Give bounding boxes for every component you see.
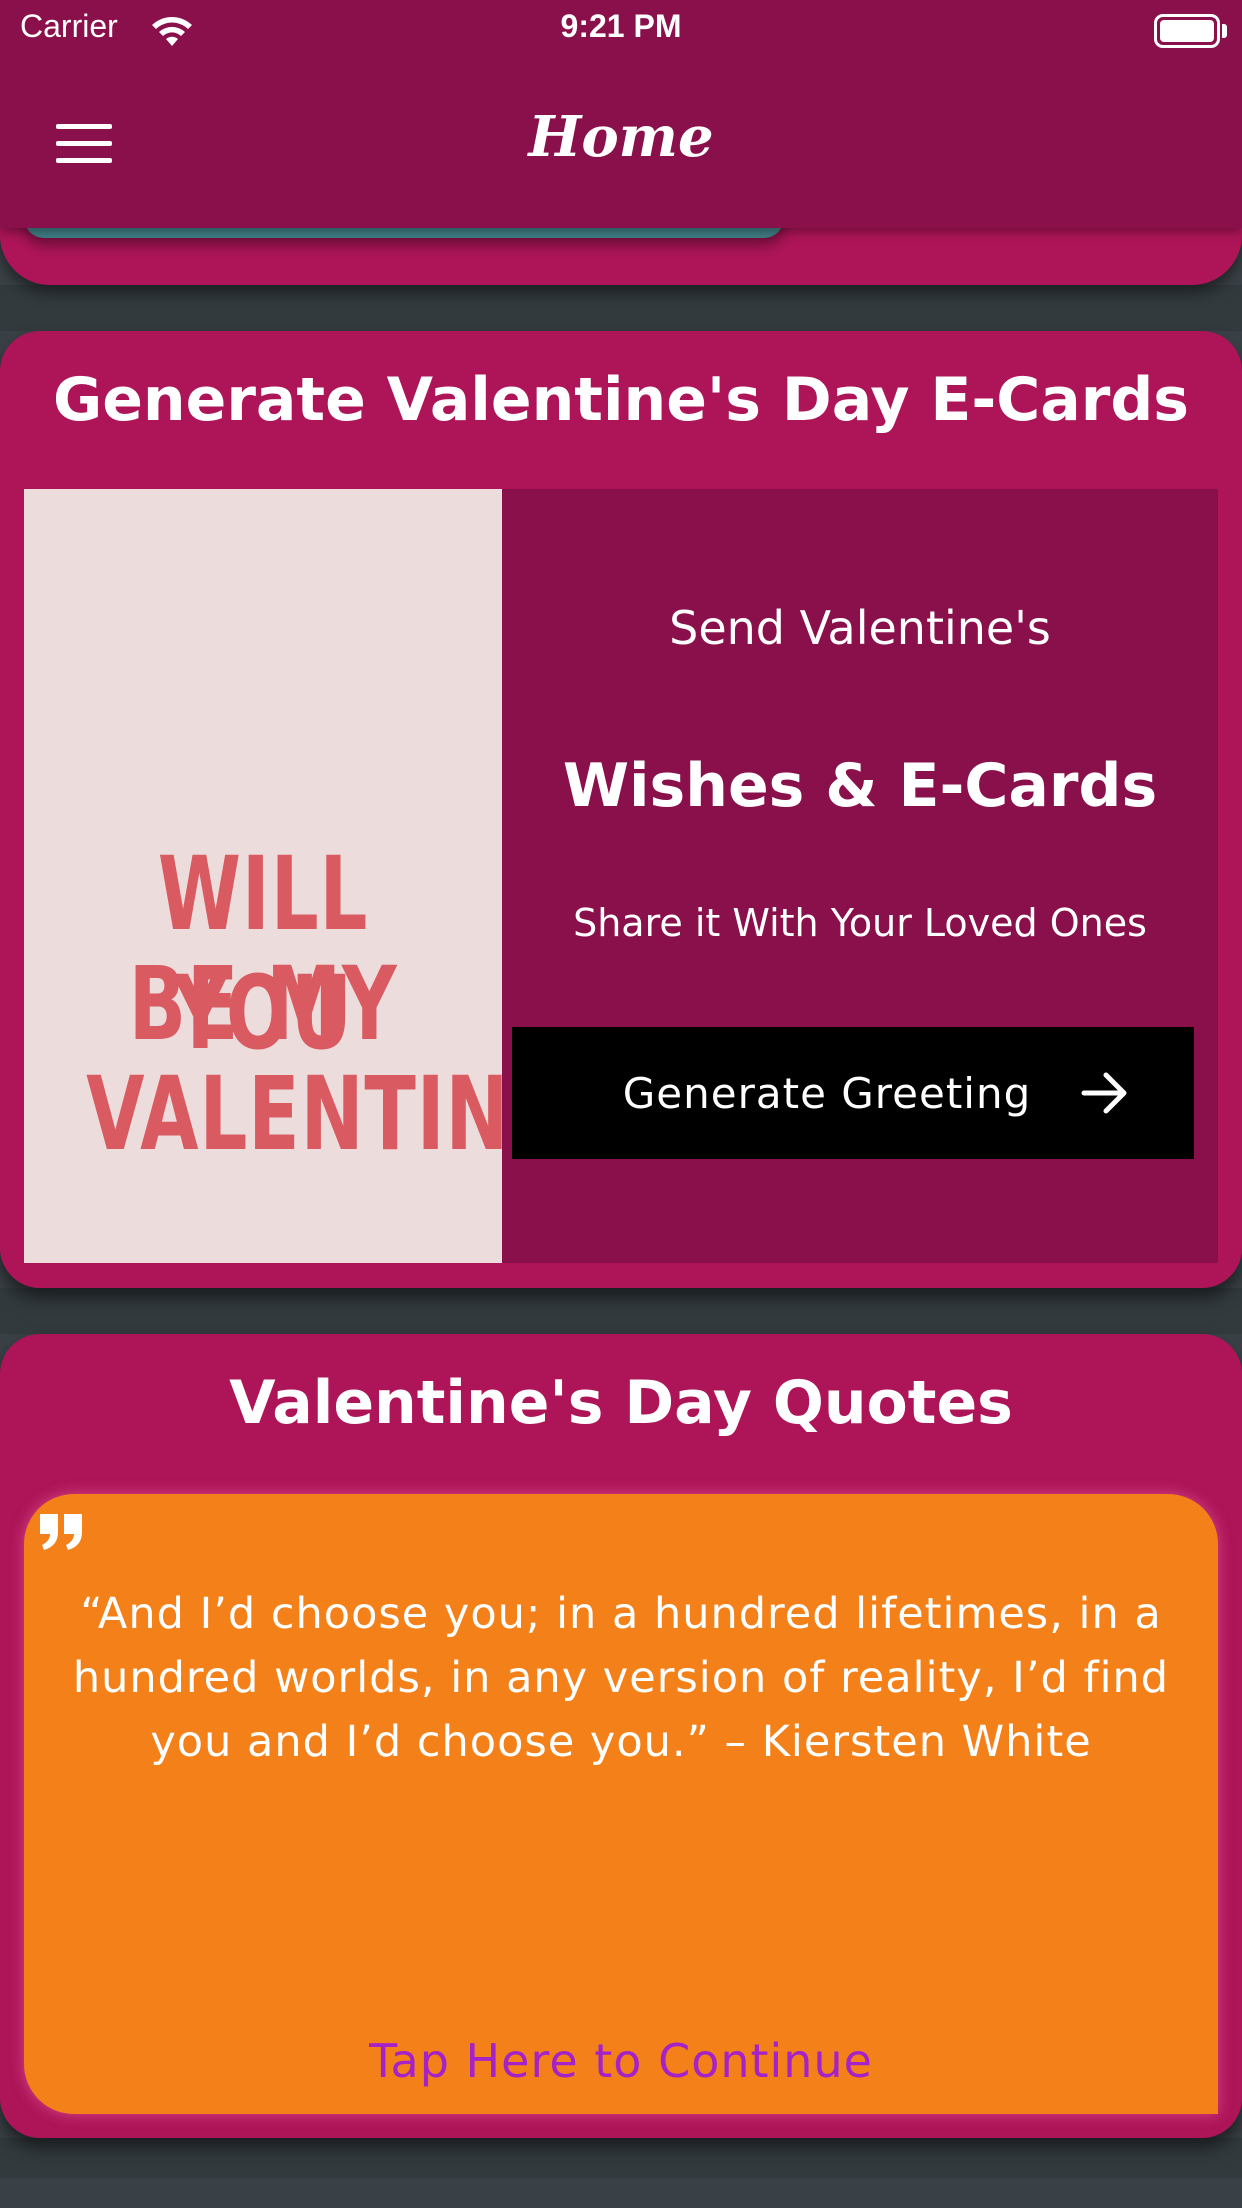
status-time: 9:21 PM	[560, 8, 682, 44]
ecard-promo-panel: Send Valentine's Wishes & E-Cards Share …	[502, 489, 1218, 1263]
arrow-right-icon	[1081, 1072, 1127, 1114]
background-divider	[0, 2138, 1242, 2178]
valentine-card-image[interactable]: WILL YOU BE MY VALENTINE?	[24, 489, 502, 1263]
battery-icon	[1154, 14, 1220, 48]
promo-line-wishes: Wishes & E-Cards	[562, 751, 1158, 821]
battery-cap	[1222, 24, 1227, 38]
page-title: Home	[528, 104, 714, 170]
tap-to-continue-link[interactable]: Tap Here to Continue	[24, 2034, 1218, 2088]
promo-line-send: Send Valentine's	[669, 601, 1051, 655]
background-divider	[0, 1288, 1242, 1334]
promo-line-share: Share it With Your Loved Ones	[573, 901, 1147, 945]
top-bar: Carrier 9:21 PM Home	[0, 0, 1242, 228]
image-text-line: BE MY	[128, 945, 398, 1064]
quotes-section-title: Valentine's Day Quotes	[229, 1368, 1013, 1438]
quote-card[interactable]: “And I’d choose you; in a hundred lifeti…	[24, 1494, 1218, 2114]
image-text-line: VALENTINE?	[86, 1055, 502, 1174]
ecards-section-card: Generate Valentine's Day E-Cards WILL YO…	[0, 331, 1242, 1288]
generate-greeting-label: Generate Greeting	[622, 1069, 1032, 1118]
ecards-section-title: Generate Valentine's Day E-Cards	[52, 365, 1190, 435]
quote-text: “And I’d choose you; in a hundred lifeti…	[72, 1589, 1170, 1767]
generate-greeting-button[interactable]: Generate Greeting	[512, 1027, 1194, 1159]
quote-mark-icon	[40, 1514, 82, 1550]
quotes-section-card: Valentine's Day Quotes “And I’d choose y…	[0, 1334, 1242, 2138]
background-divider	[0, 285, 1242, 331]
